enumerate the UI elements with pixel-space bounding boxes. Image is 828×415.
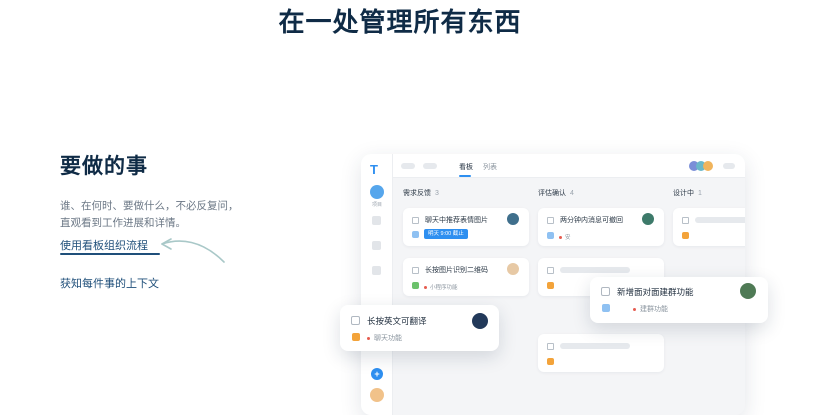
task-tag-icon (547, 358, 554, 365)
avatar (642, 213, 654, 225)
description-line: 直观看到工作进展和详情。 (60, 217, 186, 229)
tab-list[interactable]: 列表 (483, 162, 497, 172)
task-tag-label: 建群功能 (633, 304, 668, 314)
column-title: 设计中 (673, 190, 694, 197)
tag-text: 安 (565, 235, 571, 241)
task-checkbox[interactable] (682, 217, 689, 224)
page-title: 在一处管理所有东西 (278, 7, 522, 37)
arrow-icon (161, 238, 225, 263)
task-tag-icon (682, 232, 689, 239)
task-tag-label: 小程序功能 (424, 283, 458, 291)
column-header: 评估确认 4 (538, 188, 574, 198)
kanban-link[interactable]: 使用看板组织流程 (60, 237, 148, 253)
task-title: 新增面对面建群功能 (617, 287, 694, 297)
project-label: 项目 (371, 202, 382, 208)
placeholder-bar (560, 267, 630, 273)
section-heading: 要做的事 (60, 155, 148, 178)
active-link-underline (60, 253, 160, 255)
member-avatar[interactable] (703, 161, 713, 171)
app-logo-icon: T (370, 162, 378, 177)
column-count: 1 (698, 190, 702, 197)
tag-text: 建群功能 (640, 306, 668, 313)
avatar (507, 263, 519, 275)
avatar (472, 313, 488, 329)
avatar (740, 283, 756, 299)
app-sidebar: T 项目 + (361, 154, 393, 415)
column-header: 设计中 1 (673, 188, 702, 198)
app-topbar: 看板 列表 (393, 154, 745, 178)
column-count: 4 (570, 190, 574, 197)
column-title: 需求反馈 (403, 190, 431, 197)
task-title: 两分钟内消息可撤回 (560, 217, 623, 224)
task-card[interactable] (673, 208, 745, 246)
task-title: 长按英文可翻译 (367, 316, 427, 326)
sidebar-nav-icon[interactable] (372, 266, 381, 275)
placeholder-bar (723, 163, 735, 169)
task-checkbox[interactable] (412, 267, 419, 274)
column-header: 需求反馈 3 (403, 188, 439, 198)
task-tag-icon (352, 333, 360, 341)
task-tag-icon (412, 282, 419, 289)
task-checkbox[interactable] (547, 267, 554, 274)
task-checkbox[interactable] (412, 217, 419, 224)
task-title: 聊天中推荐表情图片 (425, 217, 488, 224)
task-title: 长按图片识别二维码 (425, 267, 488, 274)
task-checkbox[interactable] (351, 316, 360, 325)
tag-text: 聊天功能 (374, 335, 402, 342)
task-card[interactable]: 聊天中推荐表情图片 明天 9:00 截止 (403, 208, 529, 246)
column-count: 3 (435, 190, 439, 197)
sidebar-nav-icon[interactable] (372, 216, 381, 225)
column-title: 评估确认 (538, 190, 566, 197)
description-line: 谁、在何时、要做什么，不必反复问， (60, 200, 239, 212)
add-icon[interactable]: + (371, 368, 383, 380)
floating-task-card[interactable]: 长按英文可翻译 聊天功能 (340, 305, 499, 351)
tab-kanban[interactable]: 看板 (459, 162, 473, 172)
project-icon[interactable] (370, 185, 384, 199)
avatar[interactable] (370, 388, 384, 402)
task-tag-icon (547, 282, 554, 289)
task-card[interactable] (538, 334, 664, 372)
task-checkbox[interactable] (547, 343, 554, 350)
task-tag-icon (547, 232, 554, 239)
task-tag-label: 聊天功能 (367, 333, 402, 343)
context-link[interactable]: 获知每件事的上下文 (60, 275, 159, 291)
task-tag-icon (602, 304, 610, 312)
placeholder-bar (695, 217, 745, 223)
sidebar-nav-icon[interactable] (372, 241, 381, 250)
avatar (507, 213, 519, 225)
task-card[interactable]: 长按图片识别二维码 小程序功能 (403, 258, 529, 296)
placeholder-bar (423, 163, 437, 169)
task-checkbox[interactable] (547, 217, 554, 224)
task-tag-label: 安 (559, 233, 571, 241)
floating-task-card[interactable]: 新增面对面建群功能 建群功能 (590, 277, 768, 323)
placeholder-bar (560, 343, 630, 349)
tag-text: 小程序功能 (430, 285, 458, 291)
task-checkbox[interactable] (601, 287, 610, 296)
task-tag-icon (412, 231, 419, 238)
feature-section: 要做的事 谁、在何时、要做什么，不必反复问， 直观看到工作进展和详情。 (60, 150, 290, 232)
active-tab-indicator (459, 175, 471, 177)
section-description: 谁、在何时、要做什么，不必反复问， 直观看到工作进展和详情。 (60, 198, 290, 232)
task-card[interactable]: 两分钟内消息可撤回 安 (538, 208, 664, 246)
due-date-badge: 明天 9:00 截止 (424, 229, 468, 239)
placeholder-bar (401, 163, 415, 169)
